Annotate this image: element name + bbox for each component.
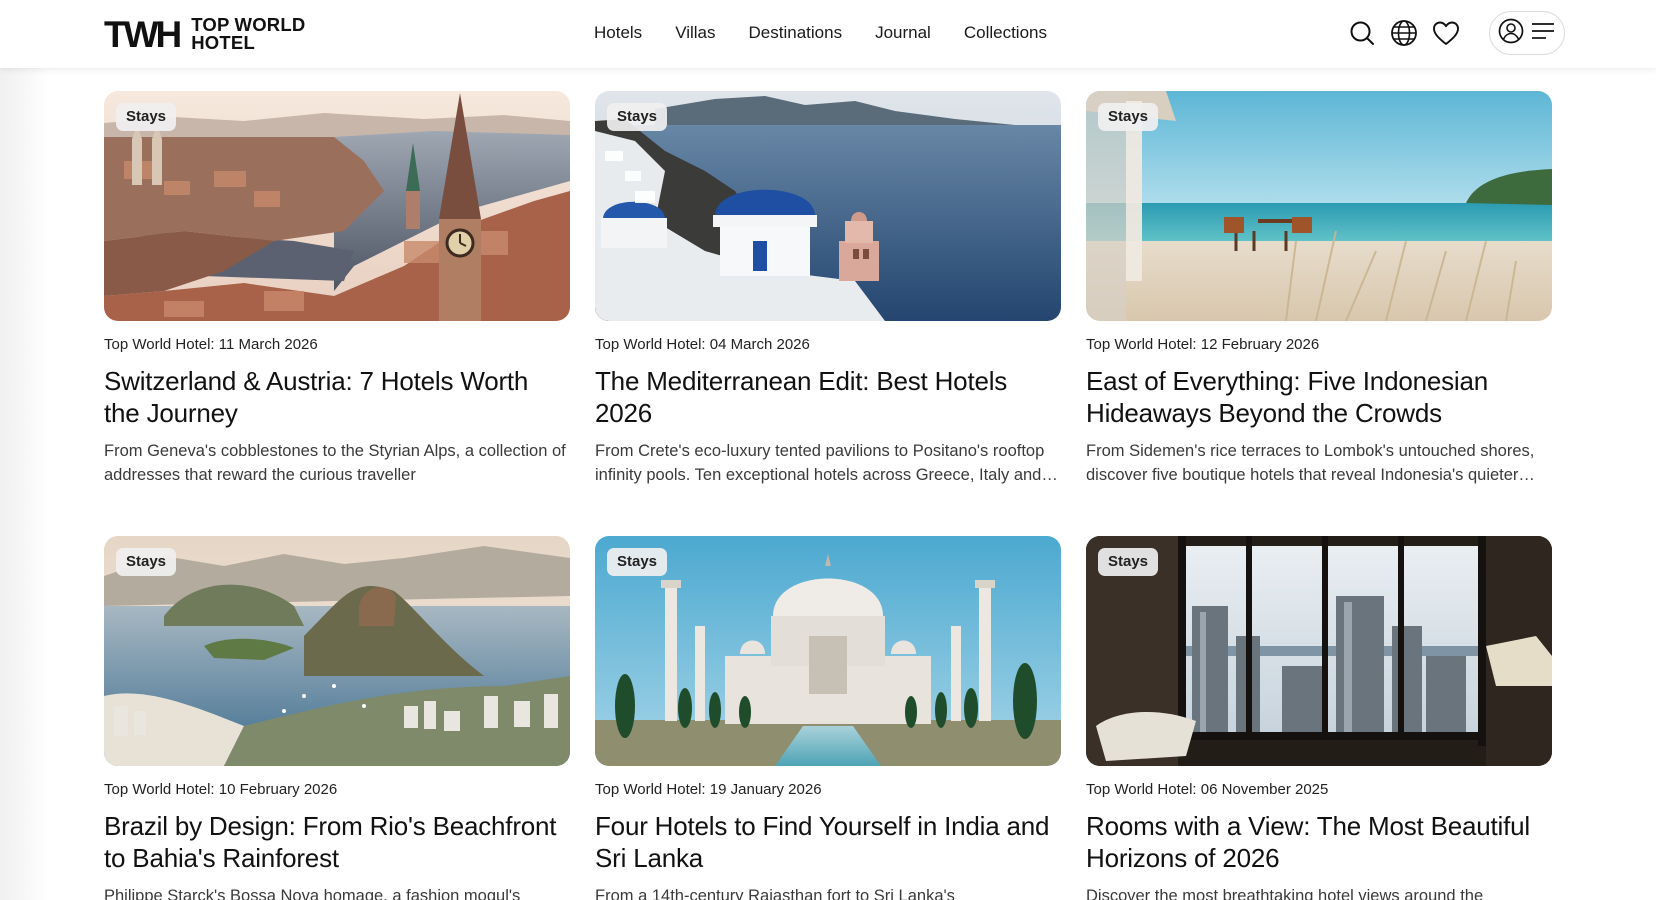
article-card[interactable]: Stays Top World Hotel: 12 February 2026 …	[1086, 91, 1552, 487]
article-image[interactable]: Stays	[104, 91, 570, 321]
article-title[interactable]: Four Hotels to Find Yourself in India an…	[595, 810, 1061, 874]
category-badge: Stays	[1098, 103, 1159, 131]
article-meta: Top World Hotel: 12 February 2026	[1086, 336, 1552, 353]
article-excerpt: From Sidemen's rice terraces to Lombok's…	[1086, 442, 1535, 484]
category-badge: Stays	[116, 548, 177, 576]
article-source: Top World Hotel:	[595, 781, 706, 798]
article-image[interactable]: Stays	[1086, 536, 1552, 766]
article-source: Top World Hotel:	[104, 336, 215, 353]
article-source: Top World Hotel:	[1086, 781, 1197, 798]
article-card[interactable]: Stays Top World Hotel: 06 November 2025 …	[1086, 536, 1552, 900]
category-badge: Stays	[116, 103, 177, 131]
nav-hotels[interactable]: Hotels	[594, 23, 642, 43]
article-date: 06 November 2025	[1200, 781, 1329, 798]
article-excerpt: From Geneva's cobblestones to the Styria…	[104, 442, 566, 484]
article-meta: Top World Hotel: 04 March 2026	[595, 336, 1061, 353]
article-title[interactable]: Switzerland & Austria: 7 Hotels Worth th…	[104, 365, 570, 429]
article-meta: Top World Hotel: 11 March 2026	[104, 336, 570, 353]
article-title[interactable]: The Mediterranean Edit: Best Hotels 2026	[595, 365, 1061, 429]
article-date: 10 February 2026	[218, 781, 338, 798]
article-card[interactable]: Stays Top World Hotel: 11 March 2026 Swi…	[104, 91, 570, 487]
article-date: 04 March 2026	[709, 336, 810, 353]
article-excerpt: Philippe Starck's Bossa Nova homage, a f…	[104, 887, 521, 900]
article-card[interactable]: Stays Top World Hotel: 10 February 2026 …	[104, 536, 570, 900]
article-title[interactable]: Rooms with a View: The Most Beautiful Ho…	[1086, 810, 1552, 874]
article-title[interactable]: East of Everything: Five Indonesian Hide…	[1086, 365, 1552, 429]
logo-wordmark: TOP WORLD HOTEL	[191, 15, 305, 53]
nav-destinations[interactable]: Destinations	[749, 23, 843, 43]
nav-villas[interactable]: Villas	[675, 23, 715, 43]
header-actions	[1348, 11, 1565, 55]
article-image[interactable]: Stays	[104, 536, 570, 766]
user-icon	[1498, 18, 1524, 49]
article-date: 19 January 2026	[709, 781, 822, 798]
article-image[interactable]: Stays	[595, 91, 1061, 321]
heart-icon[interactable]	[1432, 19, 1460, 47]
logo-line-2: HOTEL	[191, 32, 255, 53]
article-source: Top World Hotel:	[1086, 336, 1197, 353]
logo-mark: TWH	[104, 13, 182, 55]
article-source: Top World Hotel:	[595, 336, 706, 353]
article-excerpt: Discover the most breathtaking hotel vie…	[1086, 887, 1484, 900]
article-source: Top World Hotel:	[104, 781, 215, 798]
article-meta: Top World Hotel: 19 January 2026	[595, 781, 1061, 798]
globe-icon[interactable]	[1390, 19, 1418, 47]
category-badge: Stays	[607, 548, 668, 576]
article-title[interactable]: Brazil by Design: From Rio's Beachfront …	[104, 810, 570, 874]
article-excerpt: From Crete's eco-luxury tented pavilions…	[595, 442, 1045, 484]
search-icon[interactable]	[1348, 19, 1376, 47]
menu-icon	[1530, 21, 1556, 46]
nav-journal[interactable]: Journal	[875, 23, 931, 43]
account-menu-button[interactable]	[1489, 11, 1565, 55]
article-excerpt: From a 14th-century Rajasthan fort to Sr…	[595, 887, 955, 900]
site-logo[interactable]: TWH TOP WORLD HOTEL	[104, 14, 305, 54]
article-image[interactable]: Stays	[1086, 91, 1552, 321]
article-card[interactable]: Stays Top World Hotel: 19 January 2026 F…	[595, 536, 1061, 900]
article-date: 12 February 2026	[1200, 336, 1320, 353]
article-card[interactable]: Stays Top World Hotel: 04 March 2026 The…	[595, 91, 1061, 487]
site-header: TWH TOP WORLD HOTEL Hotels Villas Destin…	[0, 0, 1656, 68]
article-meta: Top World Hotel: 10 February 2026	[104, 781, 570, 798]
article-date: 11 March 2026	[218, 336, 318, 353]
main-nav: Hotels Villas Destinations Journal Colle…	[594, 0, 1047, 66]
category-badge: Stays	[607, 103, 668, 131]
article-meta: Top World Hotel: 06 November 2025	[1086, 781, 1552, 798]
nav-collections[interactable]: Collections	[964, 23, 1047, 43]
category-badge: Stays	[1098, 548, 1159, 576]
article-image[interactable]: Stays	[595, 536, 1061, 766]
